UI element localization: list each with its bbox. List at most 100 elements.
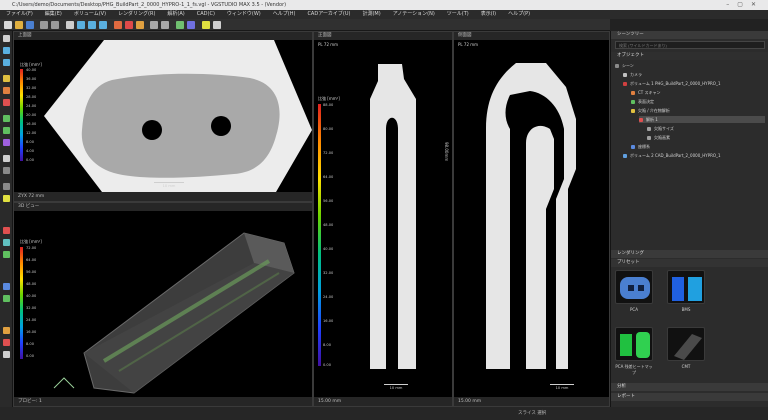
tree-item-selected[interactable]: 解析 1 <box>639 116 765 123</box>
select-icon[interactable] <box>66 21 74 29</box>
grid-icon[interactable] <box>150 21 158 29</box>
pin-icon[interactable] <box>3 195 10 202</box>
side-view-sub: PL 72 mm <box>458 42 479 47</box>
3d-view-panel[interactable]: 3D ビュー 比強 [mm²] 72.00 64.00 56.00 48.00 … <box>13 202 313 407</box>
fit-icon[interactable] <box>3 351 10 358</box>
preset-thumb-cmt[interactable] <box>667 327 705 361</box>
menu-item[interactable]: ボリューム(V) <box>68 10 112 19</box>
front-view-footer: 15.00 mm <box>314 397 452 406</box>
scale-tick: 24.00 <box>26 318 37 322</box>
scale-tick: 8.00 <box>26 140 35 144</box>
report-icon[interactable] <box>213 21 221 29</box>
window-controls[interactable]: –▢✕ <box>726 0 764 10</box>
camera-icon <box>623 73 627 77</box>
text-tool-icon[interactable] <box>3 183 10 190</box>
menu-item[interactable]: ファイル(F) <box>0 10 39 19</box>
preset-thumb-bms[interactable] <box>667 270 705 304</box>
move-icon[interactable] <box>3 47 10 54</box>
front-section-image <box>350 59 436 369</box>
eraser-icon[interactable] <box>3 155 10 162</box>
menu-item[interactable]: CADアーカイブ(U) <box>301 10 356 19</box>
front-view-panel[interactable]: 正面図 PL 72 mm 比強 [mm²] 88.00 80.00 72.00 … <box>313 31 453 407</box>
report-section[interactable]: レポート <box>611 393 768 401</box>
undo-icon[interactable] <box>40 21 48 29</box>
protractor-icon[interactable] <box>3 239 10 246</box>
lasso-icon[interactable] <box>3 127 10 134</box>
tree-item[interactable]: ボリューム 2 CAD_BuildPart_2_0000_HYPRO_1 <box>623 152 721 159</box>
3d-view-title: 3D ビュー <box>14 203 312 211</box>
rotate-icon[interactable] <box>77 21 85 29</box>
menu-item[interactable]: 編集(E) <box>39 10 68 19</box>
app-window: C:/Users/demo/Documents/Desktop/PHG_Buil… <box>0 0 768 420</box>
tree-item[interactable]: 欠陥画素 <box>647 134 670 141</box>
menu-item[interactable]: レンダリング(R) <box>112 10 161 19</box>
line-tool-icon[interactable] <box>3 75 10 82</box>
plane-icon[interactable] <box>3 283 10 290</box>
layout-icon[interactable] <box>161 21 169 29</box>
tree-item[interactable]: 欠陥 / 介在物解析 <box>631 107 670 114</box>
angle-tool-icon[interactable] <box>3 87 10 94</box>
scale-bar: 10 mm <box>384 384 408 390</box>
new-file-icon[interactable] <box>4 21 12 29</box>
menu-item[interactable]: 計測(M) <box>356 10 386 19</box>
menu-item[interactable]: ツール(T) <box>441 10 475 19</box>
circle-tool-icon[interactable] <box>3 99 10 106</box>
tree-item[interactable]: 座標系 <box>631 143 650 150</box>
tree-item[interactable]: 表面決定 <box>631 98 654 105</box>
zoom-icon[interactable] <box>99 21 107 29</box>
top-view-panel[interactable]: 上面図 比強 [mm²] 40.00 36.00 32.00 28.00 24.… <box>13 31 313 202</box>
cone-icon[interactable] <box>3 339 10 346</box>
menu-item[interactable]: アノテーション(N) <box>387 10 441 19</box>
pointer-icon[interactable] <box>3 35 10 42</box>
scene-tree-header[interactable]: シーンツリー <box>611 31 768 39</box>
main-toolbar <box>0 19 610 31</box>
cross-section-image <box>44 40 312 192</box>
scale-tick: 20.00 <box>26 113 37 117</box>
presets-header[interactable]: プリセット <box>611 259 768 267</box>
tree-item[interactable]: CT スキャン <box>631 89 661 96</box>
analysis-section[interactable]: 分析 <box>611 383 768 391</box>
menu-item[interactable]: ヘルプ(P) <box>502 10 536 19</box>
rotate-tool-icon[interactable] <box>3 59 10 66</box>
preset-thumb-pca[interactable] <box>615 270 653 304</box>
sphere-icon[interactable] <box>3 327 10 334</box>
save-icon[interactable] <box>26 21 34 29</box>
draw-icon[interactable] <box>136 21 144 29</box>
left-toolbox <box>0 31 13 407</box>
scale-tick: 40.00 <box>323 247 334 251</box>
crop-icon[interactable] <box>3 167 10 174</box>
analysis-icon[interactable] <box>202 21 210 29</box>
wand-icon[interactable] <box>3 139 10 146</box>
point-icon[interactable] <box>3 251 10 258</box>
tree-item[interactable]: シーン <box>615 62 634 69</box>
redo-icon[interactable] <box>51 21 59 29</box>
tree-item[interactable]: ボリューム 1 PHG_BuildPart_2_0000_HYPRO_1 <box>623 80 721 87</box>
ruler-icon[interactable] <box>3 227 10 234</box>
scene-icon <box>615 64 619 68</box>
window-title: C:/Users/demo/Documents/Desktop/PHG_Buil… <box>12 2 287 8</box>
render-header[interactable]: レンダリング <box>611 250 768 258</box>
open-folder-icon[interactable] <box>15 21 23 29</box>
right-sidebar: シーンツリー オブジェクト シーン カメラ ボリューム 1 PHG_BuildP… <box>610 31 768 407</box>
cad-volume-icon <box>623 154 627 158</box>
menu-item[interactable]: CAD(C) <box>191 10 221 19</box>
side-view-panel[interactable]: 側面図 PL 72 mm 10 mm 15.00 mm <box>453 31 610 407</box>
menu-item[interactable]: 解析(A) <box>161 10 190 19</box>
preset-thumb-pca-residual[interactable] <box>615 327 653 361</box>
vertical-ruler: 98.00mm <box>444 142 449 162</box>
region-icon[interactable] <box>125 21 133 29</box>
camera-icon[interactable] <box>176 21 184 29</box>
tree-item[interactable]: 欠陥サイズ <box>647 125 674 132</box>
scene-search-input[interactable] <box>615 41 765 49</box>
menu-item[interactable]: ウィンドウ(W) <box>221 10 267 19</box>
menu-item[interactable]: 表示(I) <box>475 10 502 19</box>
pan-icon[interactable] <box>88 21 96 29</box>
render-icon[interactable] <box>187 21 195 29</box>
tree-item[interactable]: カメラ <box>623 71 642 78</box>
menu-item[interactable]: ヘルプ(H) <box>267 10 302 19</box>
objects-header: オブジェクト <box>611 52 768 60</box>
brush-icon[interactable] <box>3 115 10 122</box>
measure-icon[interactable] <box>114 21 122 29</box>
front-view-title: 正面図 <box>314 32 452 40</box>
cylinder-icon[interactable] <box>3 295 10 302</box>
